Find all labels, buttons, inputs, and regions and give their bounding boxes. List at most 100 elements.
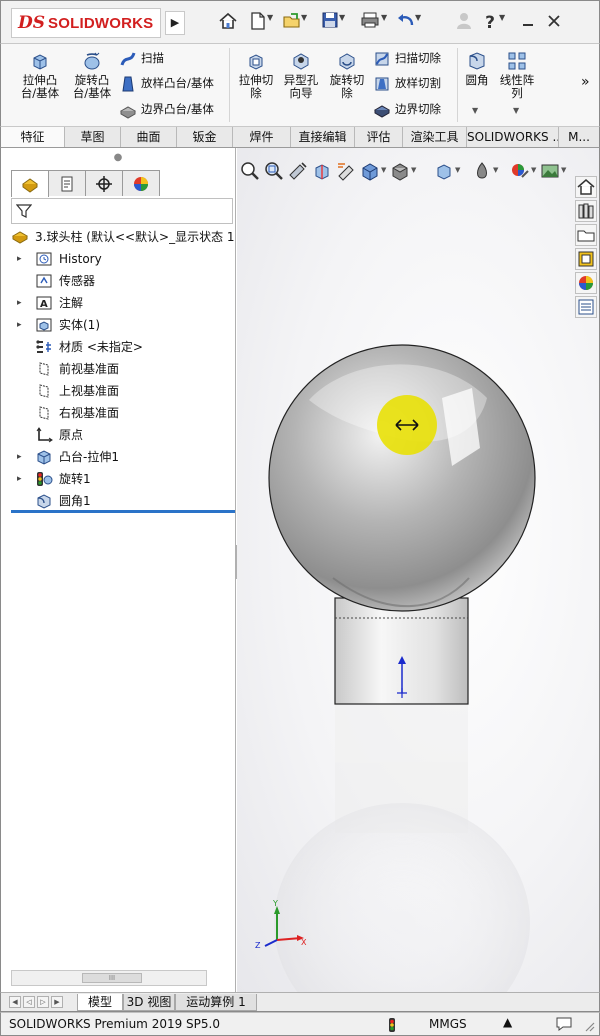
boundary-boss-label: 边界凸台/基体 bbox=[141, 102, 214, 116]
tab-solidworks-addins[interactable]: SOLIDWORKS ... bbox=[467, 127, 559, 147]
plane-icon bbox=[35, 383, 53, 399]
tree-item[interactable]: 原点 bbox=[9, 424, 235, 446]
extrude-boss-icon bbox=[33, 54, 47, 70]
print-dropdown-icon[interactable]: ▼ bbox=[381, 13, 387, 22]
tab-first-arrow-icon[interactable]: ◀ bbox=[9, 996, 21, 1008]
swept-cut-button[interactable]: 扫描切除 bbox=[373, 48, 441, 68]
tree-item[interactable]: 上视基准面 bbox=[9, 380, 235, 402]
revolve-cut-button[interactable]: 旋转切 除 bbox=[325, 50, 369, 100]
extrude-cut-button[interactable]: 拉伸切 除 bbox=[233, 50, 279, 100]
tab-next-arrow-icon[interactable]: ▷ bbox=[37, 996, 49, 1008]
tab-sketch[interactable]: 草图 bbox=[65, 127, 121, 147]
rebuild-status-icon[interactable] bbox=[387, 1017, 397, 1033]
scrollbar-thumb[interactable]: III bbox=[82, 973, 142, 983]
speech-bubble-icon[interactable] bbox=[555, 1016, 573, 1032]
extrude-boss-button[interactable]: 拉伸凸 台/基体 bbox=[15, 50, 65, 100]
annotation-icon: A bbox=[35, 295, 53, 311]
graphics-area[interactable]: ▼ ▼ ▼ ▼ ▼ ▼ Y X Z bbox=[237, 148, 600, 992]
close-icon[interactable] bbox=[541, 11, 567, 35]
expand-arrow-icon[interactable]: ▸ bbox=[17, 468, 22, 490]
panel-grip[interactable]: ● bbox=[1, 148, 235, 170]
new-dropdown-icon[interactable]: ▼ bbox=[267, 13, 273, 22]
sweep-button[interactable]: 扫描 bbox=[119, 48, 164, 68]
linear-pattern-dropdown-icon[interactable]: ▼ bbox=[513, 106, 519, 115]
configuration-manager-tab[interactable] bbox=[85, 170, 123, 196]
hole-wizard-icon bbox=[293, 53, 309, 70]
menu-expand-arrow-icon[interactable]: ▶ bbox=[165, 11, 185, 35]
tree-filter-field[interactable] bbox=[11, 198, 233, 224]
tree-item[interactable]: 圆角1 bbox=[9, 490, 235, 512]
tree-horizontal-scrollbar[interactable]: III bbox=[11, 970, 207, 986]
tab-evaluate[interactable]: 评估 bbox=[355, 127, 403, 147]
undo-dropdown-icon[interactable]: ▼ bbox=[415, 13, 421, 22]
property-manager-tab[interactable] bbox=[48, 170, 86, 196]
save-dropdown-icon[interactable]: ▼ bbox=[339, 13, 345, 22]
material-icon bbox=[35, 339, 53, 355]
feature-manager-tab[interactable] bbox=[11, 170, 49, 197]
help-dropdown-icon[interactable]: ▼ bbox=[499, 13, 505, 22]
open-dropdown-icon[interactable]: ▼ bbox=[301, 13, 307, 22]
tree-item[interactable]: ▸ A 注解 bbox=[9, 292, 235, 314]
part-name: 3.球头柱 (默认<<默认>_显示状态 1> bbox=[35, 230, 235, 244]
resize-grip-icon[interactable] bbox=[583, 1020, 595, 1032]
tab-render-tools[interactable]: 渲染工具 bbox=[403, 127, 467, 147]
sweep-icon bbox=[120, 51, 136, 66]
plane-icon bbox=[35, 405, 53, 421]
boundary-cut-icon bbox=[373, 104, 391, 118]
ribbon-more-button[interactable]: » bbox=[581, 72, 590, 92]
user-icon[interactable] bbox=[451, 11, 477, 35]
tab-prev-arrow-icon[interactable]: ◁ bbox=[23, 996, 35, 1008]
loft-boss-button[interactable]: 放样凸台/基体 bbox=[119, 73, 214, 93]
minimize-icon[interactable] bbox=[515, 11, 541, 35]
tab-more[interactable]: M... bbox=[559, 127, 599, 147]
tree-item[interactable]: ▸ History bbox=[9, 248, 235, 270]
part-icon bbox=[11, 231, 29, 244]
tree-item[interactable]: 传感器 bbox=[9, 270, 235, 292]
manager-tabs bbox=[11, 170, 160, 197]
expand-arrow-icon[interactable]: ▸ bbox=[17, 446, 22, 468]
expand-arrow-icon[interactable]: ▸ bbox=[17, 314, 22, 336]
tree-item[interactable]: ▸ 旋转1 bbox=[9, 468, 235, 490]
tree-item[interactable]: ▸ 实体(1) bbox=[9, 314, 235, 336]
print-icon[interactable] bbox=[357, 11, 383, 35]
revolve-boss-button[interactable]: 旋转凸 台/基体 bbox=[67, 50, 117, 100]
expand-arrow-icon[interactable]: ▸ bbox=[17, 292, 22, 314]
model-view[interactable]: Y X Z bbox=[237, 148, 600, 992]
svg-text:Z: Z bbox=[255, 941, 261, 950]
home-icon[interactable] bbox=[215, 11, 241, 35]
svg-text:X: X bbox=[301, 938, 307, 947]
tree-item[interactable]: 前视基准面 bbox=[9, 358, 235, 380]
tree-item[interactable]: 右视基准面 bbox=[9, 402, 235, 424]
unit-system[interactable]: MMGS bbox=[429, 1017, 467, 1031]
tab-sheet-metal[interactable]: 钣金 bbox=[177, 127, 233, 147]
tab-weldments[interactable]: 焊件 bbox=[233, 127, 291, 147]
hole-wizard-button[interactable]: 异型孔 向导 bbox=[279, 50, 323, 100]
fillet-feature-icon bbox=[35, 493, 53, 509]
tab-direct-editing[interactable]: 直接编辑 bbox=[291, 127, 355, 147]
lofted-cut-icon bbox=[375, 77, 389, 90]
tree-item-label: 圆角1 bbox=[59, 494, 91, 508]
feature-manager-panel: ● 3.球头柱 (默认<<默认>_显示状态 1> ▸ History 传感器 ▸ A 注解… bbox=[0, 148, 236, 992]
tree-item-label: 原点 bbox=[59, 428, 84, 442]
tab-model[interactable]: 模型 bbox=[77, 994, 123, 1011]
fillet-button[interactable]: 圆角 bbox=[461, 50, 493, 87]
display-manager-tab[interactable] bbox=[122, 170, 160, 196]
tree-item-label: 上视基准面 bbox=[59, 384, 120, 398]
lofted-cut-button[interactable]: 放样切割 bbox=[373, 73, 441, 93]
linear-pattern-button[interactable]: 线性阵 列 bbox=[495, 50, 539, 100]
tab-3d-views[interactable]: 3D 视图 bbox=[123, 994, 175, 1011]
solidworks-logo[interactable]: DS SOLIDWORKS bbox=[11, 8, 161, 38]
boundary-cut-button[interactable]: 边界切除 bbox=[373, 99, 441, 119]
tree-item[interactable]: 材质 <未指定> bbox=[9, 336, 235, 358]
boundary-boss-button[interactable]: 边界凸台/基体 bbox=[119, 99, 214, 119]
units-dropdown-icon[interactable]: ▲ bbox=[503, 1015, 512, 1029]
tree-item[interactable]: ▸ 凸台-拉伸1 bbox=[9, 446, 235, 468]
expand-arrow-icon[interactable]: ▸ bbox=[17, 248, 22, 270]
tab-last-arrow-icon[interactable]: ▶ bbox=[51, 996, 63, 1008]
tab-surfaces[interactable]: 曲面 bbox=[121, 127, 177, 147]
tree-root-part[interactable]: 3.球头柱 (默认<<默认>_显示状态 1> bbox=[9, 226, 235, 248]
tab-features[interactable]: 特征 bbox=[1, 127, 65, 147]
rollback-bar[interactable] bbox=[11, 510, 235, 513]
fillet-dropdown-icon[interactable]: ▼ bbox=[472, 106, 478, 115]
tab-motion-study[interactable]: 运动算例 1 bbox=[175, 994, 257, 1011]
